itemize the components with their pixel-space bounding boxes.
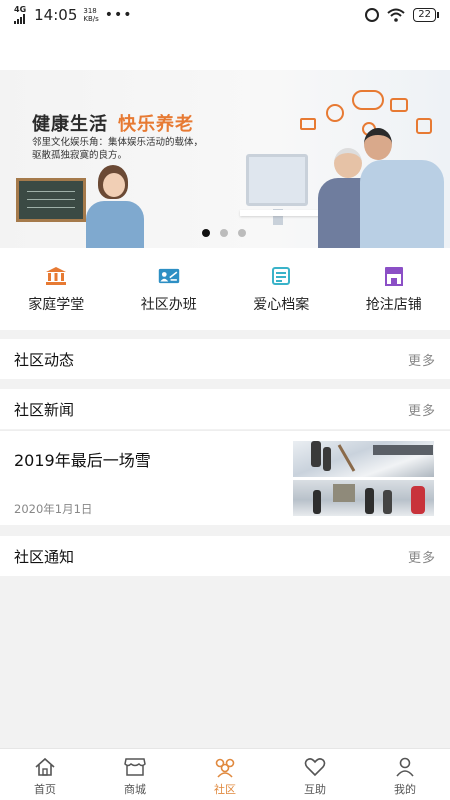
quick-nav-label: 爱心档案 <box>253 297 310 313</box>
pager-dot[interactable] <box>238 229 246 237</box>
section-community-dynamics: 社区动态 更多 <box>0 339 450 379</box>
quick-nav-label: 社区办班 <box>140 297 197 313</box>
pager-dot[interactable] <box>202 229 210 237</box>
more-link[interactable]: 更多 <box>408 400 436 419</box>
more-link[interactable]: 更多 <box>408 350 436 369</box>
network-type: 4G <box>14 5 27 14</box>
woman-illustration <box>86 165 146 248</box>
quick-nav-love-archive[interactable]: 爱心档案 <box>225 248 338 330</box>
tab-mall[interactable]: 商城 <box>90 749 180 800</box>
banner-description: 邻里文化娱乐角：集体娱乐活动的载体， 驱散孤独寂寞的良方。 <box>32 136 232 162</box>
more-link[interactable]: 更多 <box>408 547 436 566</box>
quick-nav-family-school[interactable]: 家庭学堂 <box>0 248 113 330</box>
tab-community[interactable]: 社区 <box>180 749 270 800</box>
quick-nav-label: 家庭学堂 <box>28 297 85 313</box>
tab-label: 我的 <box>394 783 416 796</box>
battery-icon: 22 <box>413 8 439 22</box>
tab-mine[interactable]: 我的 <box>360 749 450 800</box>
status-bar: 4G 14:05 318 KB/s ••• 22 <box>0 0 450 30</box>
classroom-icon <box>158 266 180 286</box>
news-date: 2020年1月1日 <box>14 502 93 516</box>
quick-nav-register-store[interactable]: 抢注店铺 <box>338 248 450 330</box>
carousel-pager[interactable] <box>202 229 246 237</box>
signal-icon <box>14 14 25 24</box>
network-speed-unit: KB/s <box>83 15 99 23</box>
young-man-illustration <box>360 128 444 248</box>
section-community-notice: 社区通知 更多 <box>0 536 450 576</box>
bottom-tab-bar: 首页 商城 社区 互助 我的 <box>0 748 450 800</box>
quick-nav: 家庭学堂 社区办班 爱心档案 抢注店铺 <box>0 248 450 330</box>
tab-label: 首页 <box>34 783 56 796</box>
network-indicator: 4G <box>14 6 26 24</box>
news-title: 2019年最后一场雪 <box>14 451 151 470</box>
banner-desc-line1: 邻里文化娱乐角：集体娱乐活动的载体， <box>32 137 204 148</box>
alarm-icon <box>365 8 380 22</box>
shop-icon <box>123 756 147 778</box>
user-icon <box>393 756 417 778</box>
community-icon <box>213 756 237 778</box>
heart-icon <box>303 756 327 778</box>
network-speed: 318 KB/s <box>83 7 98 23</box>
home-icon <box>33 756 57 778</box>
store-icon <box>383 266 405 286</box>
clock: 14:05 <box>34 6 78 24</box>
tab-home[interactable]: 首页 <box>0 749 90 800</box>
status-left: 4G 14:05 318 KB/s ••• <box>14 6 133 24</box>
status-right: 22 <box>365 8 439 22</box>
network-speed-value: 318 <box>83 7 97 15</box>
tab-label: 商城 <box>124 783 146 796</box>
chalkboard-illustration <box>16 178 86 222</box>
wifi-icon <box>387 8 405 22</box>
more-notifications-icon: ••• <box>104 7 133 23</box>
section-title: 社区新闻 <box>14 400 75 419</box>
tab-label: 社区 <box>214 783 236 796</box>
computer-illustration <box>246 154 308 225</box>
section-title: 社区动态 <box>14 350 75 369</box>
snow-sweeping-photo <box>293 441 434 477</box>
banner-desc-line2: 驱散孤独寂寞的良方。 <box>32 150 128 161</box>
header-area <box>0 30 450 70</box>
institution-icon <box>45 266 67 286</box>
section-title: 社区通知 <box>14 547 75 566</box>
tab-mutual-aid[interactable]: 互助 <box>270 749 360 800</box>
snow-volunteers-photo <box>293 480 434 516</box>
banner-title-part2: 快乐养老 <box>118 114 194 135</box>
section-community-news: 社区新闻 更多 <box>0 389 450 429</box>
profile-card-icon <box>270 266 292 286</box>
news-thumbnail <box>293 441 434 516</box>
banner-carousel[interactable]: 健康生活 快乐养老 邻里文化娱乐角：集体娱乐活动的载体， 驱散孤独寂寞的良方。 <box>0 70 450 248</box>
banner-title: 健康生活 快乐养老 <box>32 110 194 136</box>
news-item[interactable]: 2019年最后一场雪 2020年1月1日 <box>0 430 450 525</box>
pager-dot[interactable] <box>220 229 228 237</box>
banner-title-part1: 健康生活 <box>32 114 108 135</box>
quick-nav-community-class[interactable]: 社区办班 <box>113 248 226 330</box>
tab-label: 互助 <box>304 783 326 796</box>
quick-nav-label: 抢注店铺 <box>365 297 422 313</box>
